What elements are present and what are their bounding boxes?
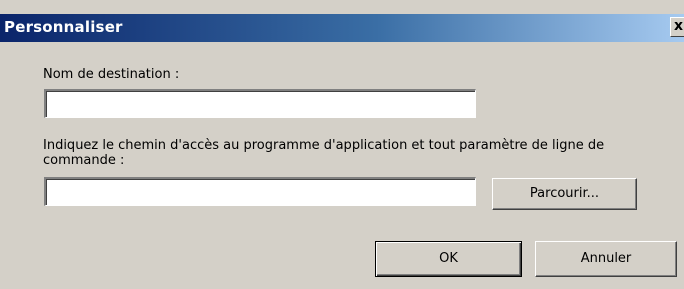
customize-dialog: Personnaliser x Nom de destination : Ind…	[0, 0, 684, 289]
destination-name-label: Nom de destination :	[43, 67, 180, 82]
dialog-title: Personnaliser	[4, 18, 123, 36]
ok-button[interactable]: OK	[375, 241, 522, 277]
browse-button[interactable]: Parcourir...	[492, 178, 637, 210]
program-path-label: Indiquez le chemin d'accès au programme …	[43, 138, 605, 168]
close-icon: x	[674, 18, 684, 34]
close-button[interactable]: x	[670, 17, 684, 37]
program-path-input[interactable]	[44, 177, 476, 206]
title-bar[interactable]: Personnaliser x	[0, 14, 684, 42]
cancel-button[interactable]: Annuler	[535, 241, 677, 277]
destination-name-input[interactable]	[44, 89, 476, 118]
